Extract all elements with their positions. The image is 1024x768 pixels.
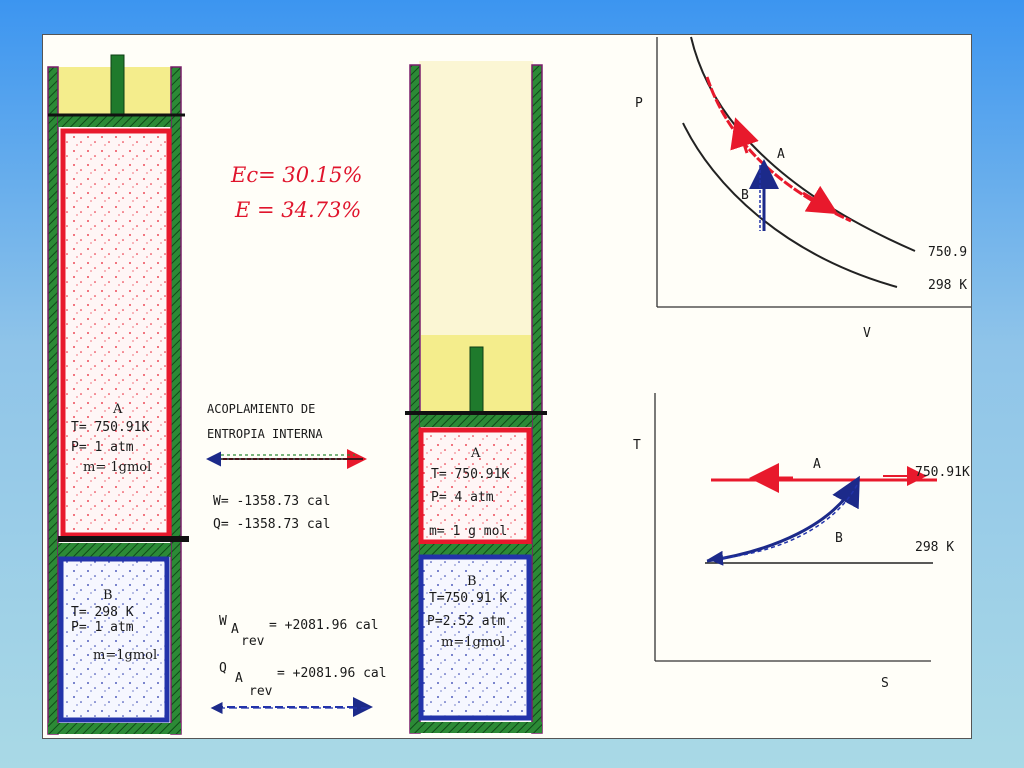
right-piston	[420, 415, 532, 427]
ts-curve-b-dashed	[708, 484, 858, 566]
left-piston-rod	[110, 54, 125, 118]
ts-curve-b	[706, 475, 860, 563]
left-cyl-wall-right	[170, 66, 182, 735]
right-gas-b-label: B	[467, 574, 477, 589]
pv-isotherm-cold-label: 298 K	[928, 278, 968, 293]
left-cyl-floor	[48, 723, 181, 734]
left-gas-b-chamber	[58, 556, 170, 723]
q-rev-symbol: Q	[219, 661, 227, 676]
right-gas-a-pressure: P= 4 atm	[431, 490, 494, 505]
pv-point-b-label: B	[741, 188, 749, 203]
actual-efficiency: E = 34.73%	[235, 198, 362, 222]
right-gas-a-label: A	[471, 446, 481, 461]
right-cylinder	[405, 61, 547, 734]
w-rev-sub: A	[231, 622, 239, 637]
pv-point-a-label: A	[777, 147, 785, 162]
right-piston-rod	[469, 346, 484, 416]
w-rev-symbol: W	[219, 614, 227, 629]
diagram-slide: Ec= 30.15% E = 34.73% A T= 750.91K P= 1 …	[42, 34, 972, 739]
right-gas-b-temperature: T=750.91 K	[429, 591, 508, 606]
left-gas-b-temperature: T= 298 K	[71, 605, 134, 620]
ts-line-cold-label: 298 K	[915, 540, 955, 555]
left-gas-a-pressure: P= 1 atm	[71, 440, 134, 455]
left-gas-a-label: A	[113, 402, 123, 417]
w-rev-sub2: rev	[241, 634, 265, 649]
coupling-title-line2: ENTROPIA INTERNA	[207, 427, 323, 441]
pv-isotherm-hot-label: 750.9	[928, 245, 968, 260]
ts-x-axis-label: S	[881, 676, 889, 691]
w-rev-value: = +2081.96 cal	[269, 618, 379, 633]
right-gas-a-temperature: T= 750.91K	[431, 467, 510, 482]
ts-diagram	[654, 393, 937, 662]
left-piston	[58, 115, 171, 127]
right-cyl-floor	[410, 722, 542, 733]
right-mid-band	[420, 544, 532, 556]
left-gas-a-temperature: T= 750.91K	[71, 420, 150, 435]
q-rev-sub: A	[235, 671, 243, 686]
q-rev-value: = +2081.96 cal	[277, 666, 387, 681]
right-gas-b-mass: m=1gmol	[441, 635, 506, 650]
pv-arrow-a-down	[802, 185, 839, 215]
left-gas-b-label: B	[103, 588, 113, 603]
pv-isotherm-hot	[690, 36, 916, 252]
coupling-title-line1: ACOPLAMIENTO DE	[207, 402, 316, 416]
left-cyl-wall-left	[47, 66, 59, 735]
pv-x-axis-label: V	[863, 326, 871, 341]
right-gas-b-pressure: P=2.52 atm	[427, 614, 506, 629]
coupling-work: W= -1358.73 cal	[213, 494, 331, 509]
ts-label-a: A	[813, 457, 821, 472]
right-gas-a-mass: m= 1 g mol	[429, 524, 508, 539]
left-gas-a-mass: m= 1gmol	[83, 460, 152, 475]
left-gas-b-mass: m=1gmol	[93, 648, 158, 663]
right-cyl-wall-right	[531, 64, 543, 734]
coupling-heat: Q= -1358.73 cal	[213, 517, 331, 532]
q-rev-sub2: rev	[249, 684, 273, 699]
pv-y-axis-label: P	[635, 96, 643, 111]
ts-line-hot-label: 750.91K	[915, 465, 970, 480]
pv-isotherm-cold	[682, 122, 898, 288]
carnot-efficiency: Ec= 30.15%	[231, 163, 363, 187]
left-mid-band	[58, 543, 171, 557]
left-gas-b-pressure: P= 1 atm	[71, 620, 134, 635]
ts-label-b: B	[835, 531, 843, 546]
pv-diagram	[656, 36, 971, 308]
ts-y-axis-label: T	[633, 438, 641, 453]
